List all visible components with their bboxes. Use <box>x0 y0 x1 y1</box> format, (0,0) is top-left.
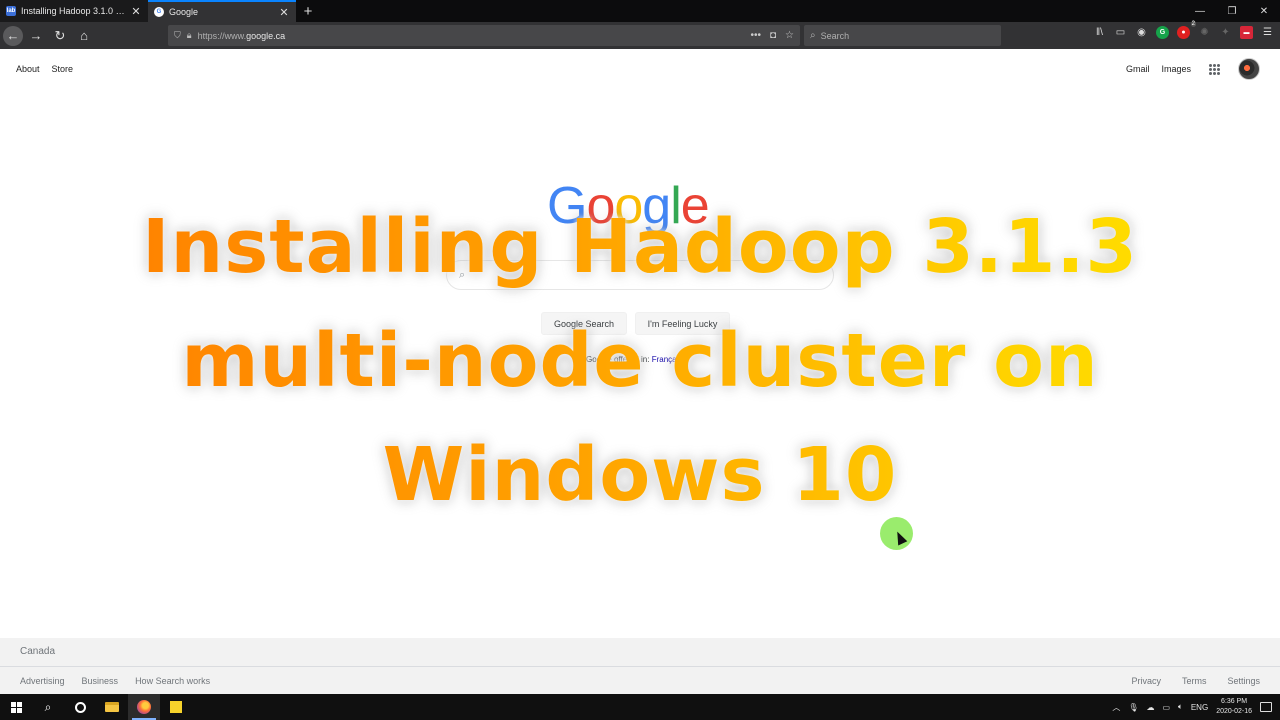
search-taskbar-icon[interactable]: ⌕ <box>32 694 64 720</box>
google-top-right-links: Gmail Images <box>1126 58 1260 80</box>
page-actions-icon[interactable]: ••• <box>750 30 761 41</box>
account-icon[interactable]: ◉ <box>1135 26 1148 39</box>
logo-letter: l <box>670 177 682 235</box>
minimize-icon[interactable]: — <box>1184 0 1216 22</box>
address-bar[interactable]: ⛉ 🔒︎ https://www.google.ca ••• ◘ ☆ <box>168 25 800 46</box>
clock-time: 6:36 PM <box>1221 698 1248 705</box>
images-link[interactable]: Images <box>1161 64 1191 74</box>
new-tab-icon[interactable]: + <box>296 0 320 22</box>
settings-link[interactable]: Settings <box>1227 676 1260 686</box>
feeling-lucky-button[interactable]: I'm Feeling Lucky <box>635 312 730 335</box>
close-tab-icon[interactable]: ✕ <box>278 6 290 19</box>
back-icon[interactable]: ← <box>3 25 23 46</box>
google-search-input[interactable]: ⌕ <box>446 260 834 290</box>
shield-icon[interactable]: ⛉ <box>174 30 181 41</box>
offered-in-text: Google offered in: Français <box>586 355 683 364</box>
terms-link[interactable]: Terms <box>1182 676 1207 686</box>
store-link[interactable]: Store <box>52 64 74 74</box>
reload-icon[interactable]: ↻ <box>49 25 71 47</box>
screen: lab Installing Hadoop 3.1.0 multi-n ✕ G … <box>0 0 1280 720</box>
business-link[interactable]: Business <box>82 676 119 686</box>
file-explorer-icon[interactable] <box>96 694 128 720</box>
pocket-icon[interactable]: ◘ <box>770 30 776 41</box>
google-favicon-icon: G <box>154 7 164 17</box>
restore-icon[interactable]: ❐ <box>1216 0 1248 22</box>
gmail-link[interactable]: Gmail <box>1126 64 1150 74</box>
search-icon: ⌕ <box>459 268 466 281</box>
cloud-icon[interactable]: ☁ <box>1146 703 1154 712</box>
search-placeholder: Search <box>820 30 850 41</box>
tab-title: Google <box>169 7 199 17</box>
menu-icon[interactable]: ☰ <box>1261 26 1274 39</box>
search-bar[interactable]: ⌕ Search <box>804 25 1001 46</box>
google-top-left-links: About Store <box>16 64 73 74</box>
logo-letter: G <box>547 177 587 235</box>
logo-letter: g <box>642 177 671 235</box>
microphone-icon[interactable]: 🎙︎ <box>1128 703 1138 712</box>
clock[interactable]: 6:36 PM 2020-02-16 <box>1216 697 1252 717</box>
logo-letter: o <box>614 177 643 235</box>
language-indicator[interactable]: ENG <box>1191 703 1208 712</box>
windows-taskbar: ⌕ ︿ 🎙︎ ☁ ▭ 🔈︎ ENG 6:36 PM 2020-02-16 <box>0 694 1280 720</box>
close-tab-icon[interactable]: ✕ <box>130 5 142 18</box>
bookmark-star-icon[interactable]: ☆ <box>785 30 794 41</box>
grammarly-icon[interactable]: G <box>1156 26 1169 39</box>
lab-favicon-icon: lab <box>6 6 16 16</box>
language-link[interactable]: Français <box>652 355 683 364</box>
navigation-toolbar: ← → ↻ ⌂ ⛉ 🔒︎ https://www.google.ca ••• ◘… <box>0 21 1280 49</box>
library-icon[interactable]: ‖\ <box>1093 26 1106 39</box>
volume-icon[interactable]: 🔈︎ <box>1178 702 1183 712</box>
google-search-button[interactable]: Google Search <box>541 312 627 335</box>
avatar[interactable] <box>1238 58 1260 80</box>
close-window-icon[interactable]: ✕ <box>1248 0 1280 22</box>
tab-title: Installing Hadoop 3.1.0 multi-n <box>21 6 130 16</box>
footer-right-links: Privacy Terms Settings <box>1131 676 1260 686</box>
window-controls: — ❐ ✕ <box>1184 0 1280 22</box>
footer-divider <box>0 666 1280 667</box>
overlay-line-3: Windows 10 <box>0 418 1280 532</box>
clock-date: 2020-02-16 <box>1216 708 1252 715</box>
google-footer: Canada Advertising Business How Search w… <box>0 638 1280 694</box>
tab-hadoop-video[interactable]: lab Installing Hadoop 3.1.0 multi-n ✕ <box>0 0 148 22</box>
tab-strip: lab Installing Hadoop 3.1.0 multi-n ✕ G … <box>0 0 1280 22</box>
url-text: https://www.google.ca <box>197 30 286 41</box>
advertising-link[interactable]: Advertising <box>20 676 65 686</box>
extension-puzzle-icon[interactable]: ✦ <box>1219 26 1232 39</box>
recording-extension-icon[interactable]: ▬ <box>1240 26 1253 39</box>
tab-google[interactable]: G Google ✕ <box>148 0 296 22</box>
chevron-up-icon[interactable]: ︿ <box>1112 702 1120 713</box>
start-button[interactable] <box>0 694 32 720</box>
forward-icon[interactable]: → <box>25 25 47 47</box>
google-logo: Google <box>547 176 710 236</box>
windows-logo-icon <box>10 701 22 713</box>
notifications-icon[interactable] <box>1260 702 1272 712</box>
privacy-link[interactable]: Privacy <box>1131 676 1161 686</box>
toolbar-icons: ‖\ ▭ ◉ G ● 2 ✺ ✦ ▬ ☰ <box>1093 21 1274 39</box>
how-search-works-link[interactable]: How Search works <box>135 676 210 686</box>
sidebar-icon[interactable]: ▭ <box>1114 26 1127 39</box>
apps-grid-icon[interactable] <box>1209 63 1220 75</box>
about-link[interactable]: About <box>16 64 40 74</box>
home-icon[interactable]: ⌂ <box>73 25 95 47</box>
system-tray: ︿ 🎙︎ ☁ ▭ 🔈︎ ENG 6:36 PM 2020-02-16 <box>1112 694 1280 720</box>
network-icon[interactable]: ▭ <box>1162 703 1170 712</box>
footer-left-links: Advertising Business How Search works <box>20 676 210 686</box>
country-label: Canada <box>20 646 56 657</box>
sticky-notes-icon[interactable] <box>160 694 192 720</box>
lock-icon[interactable]: 🔒︎ <box>187 30 192 41</box>
firefox-taskbar-icon[interactable] <box>128 694 160 720</box>
extension-gear-icon[interactable]: ✺ <box>1198 26 1211 39</box>
search-icon: ⌕ <box>810 30 816 41</box>
extension-badge-icon[interactable]: ● 2 <box>1177 21 1196 39</box>
logo-letter: o <box>586 177 615 235</box>
cortana-icon[interactable] <box>64 694 96 720</box>
logo-letter: e <box>680 177 710 235</box>
